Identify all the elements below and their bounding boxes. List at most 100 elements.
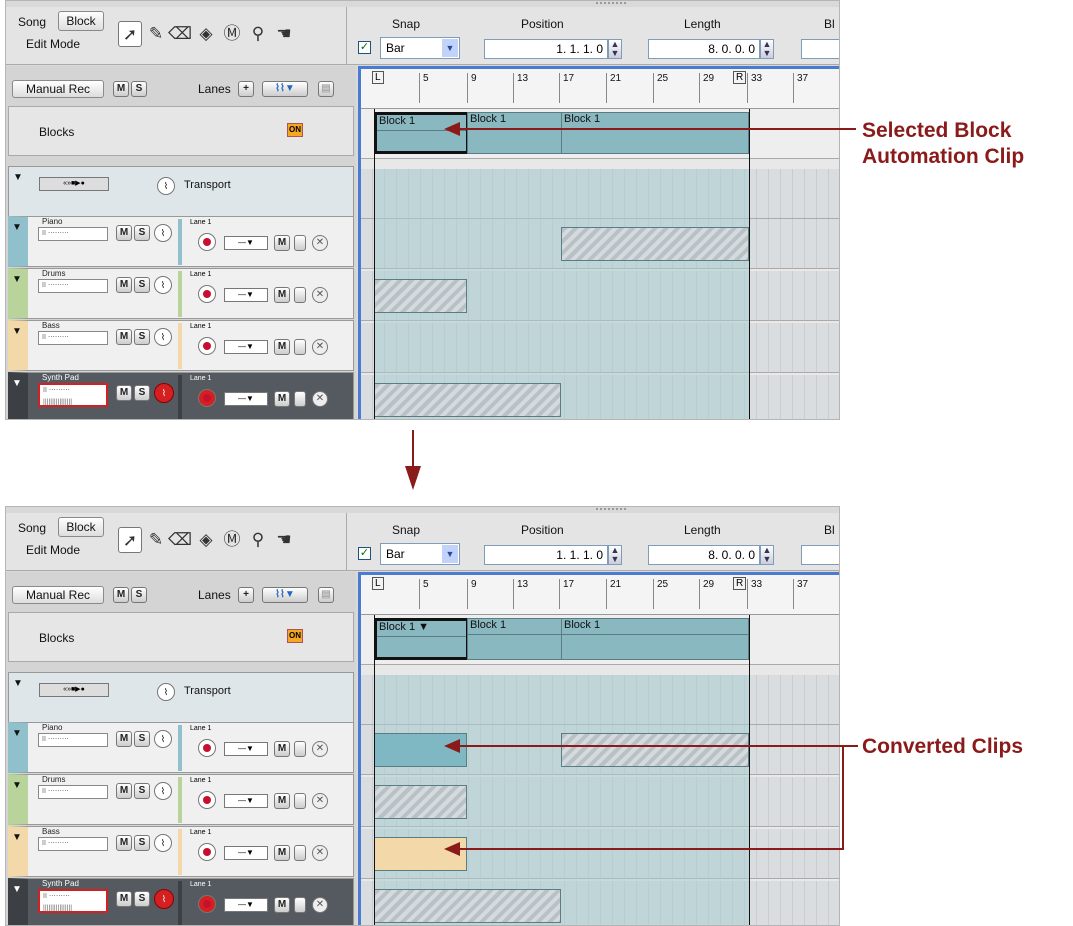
position-field[interactable]: 1. 1. 1. 0 (484, 545, 608, 565)
lane-mute-button[interactable]: M (274, 235, 290, 251)
close-icon[interactable]: ✕ (312, 897, 328, 913)
lane-dropdown[interactable]: —▼ (224, 288, 268, 302)
automation-icon[interactable]: ⌇ (157, 177, 175, 195)
instrument-display[interactable]: II ⋯⋯⋯ (38, 733, 108, 747)
solo-button[interactable]: S (134, 835, 150, 851)
snap-checkbox[interactable]: ✓ (358, 41, 371, 54)
solo-all-button[interactable]: S (131, 587, 147, 603)
collapse-icon[interactable]: ▼ (13, 172, 23, 183)
mute-all-button[interactable]: M (113, 587, 129, 603)
lane-level-button[interactable] (294, 287, 306, 303)
snap-select[interactable]: Bar ▼ (380, 37, 460, 59)
lane-level-button[interactable] (294, 793, 306, 809)
solo-button[interactable]: S (134, 385, 150, 401)
close-icon[interactable]: ✕ (312, 845, 328, 861)
lane-dropdown[interactable]: —▼ (224, 392, 268, 406)
lane-dropdown[interactable]: —▼ (224, 742, 268, 756)
blocks-on-button[interactable]: ON (287, 629, 303, 643)
instrument-display[interactable]: II ⋯⋯⋯ (38, 331, 108, 345)
razor-tool-icon[interactable]: ◈ (194, 21, 218, 47)
lane-dropdown[interactable]: —▼ (224, 898, 268, 912)
lane-level-button[interactable] (294, 339, 306, 355)
razor-tool-icon[interactable]: ◈ (194, 527, 218, 553)
mute-button[interactable]: M (116, 225, 132, 241)
close-icon[interactable]: ✕ (312, 235, 328, 251)
solo-all-button[interactable]: S (131, 81, 147, 97)
block-mode-button[interactable]: Block (58, 517, 104, 537)
mute-button[interactable]: M (116, 891, 132, 907)
lane-dropdown[interactable]: —▼ (224, 794, 268, 808)
lane-level-button[interactable] (294, 391, 306, 407)
muted-clip[interactable] (374, 383, 561, 417)
muted-clip[interactable] (374, 279, 467, 313)
block-clip[interactable]: Block 1 (561, 112, 749, 154)
mute-button[interactable]: M (116, 329, 132, 345)
add-lane-button[interactable]: + (238, 81, 254, 97)
close-icon[interactable]: ✕ (312, 741, 328, 757)
transport-controls[interactable]: «»■▶● (39, 683, 109, 697)
close-icon[interactable]: ✕ (312, 339, 328, 355)
solo-button[interactable]: S (134, 891, 150, 907)
automation-icon[interactable]: ⌇ (154, 834, 172, 852)
position-spinner[interactable]: ▲ ▼ (608, 39, 622, 59)
close-icon[interactable]: ✕ (312, 391, 328, 407)
automation-icon[interactable]: ⌇ (154, 276, 172, 294)
record-button[interactable] (198, 739, 216, 757)
length-spinner[interactable]: ▲ ▼ (760, 39, 774, 59)
lane-level-button[interactable] (294, 235, 306, 251)
solo-button[interactable]: S (134, 731, 150, 747)
arrangement-timeline[interactable]: L 5 9 13 17 21 25 29 R 33 37 Block 1 ▼ B… (358, 572, 839, 925)
automation-icon[interactable]: ⌇ (154, 328, 172, 346)
left-locator[interactable]: L (372, 71, 384, 84)
lane-level-button[interactable] (294, 845, 306, 861)
length-field[interactable]: 8. 0. 0. 0 (648, 545, 760, 565)
muted-clip[interactable] (374, 785, 467, 819)
pencil-tool-icon[interactable]: ✎ (144, 21, 168, 47)
magnify-tool-icon[interactable]: ⚲ (246, 527, 270, 553)
muted-clip[interactable] (561, 733, 749, 767)
snap-select[interactable]: Bar ▼ (380, 543, 460, 565)
right-locator[interactable]: R (733, 577, 747, 590)
muted-clip[interactable] (374, 889, 561, 923)
automation-lane-button[interactable]: ⌇⌇▼ (262, 81, 308, 97)
automation-icon[interactable]: ⌇ (154, 383, 174, 403)
close-icon[interactable]: ✕ (312, 793, 328, 809)
eraser-tool-icon[interactable]: ⌫ (168, 21, 192, 47)
lane-mute-button[interactable]: M (274, 741, 290, 757)
record-button[interactable] (198, 285, 216, 303)
record-button[interactable] (198, 843, 216, 861)
manual-rec-button[interactable]: Manual Rec (12, 586, 104, 604)
hand-tool-icon[interactable]: ☚ (272, 21, 296, 47)
pencil-tool-icon[interactable]: ✎ (144, 527, 168, 553)
collapse-icon[interactable]: ▼ (12, 274, 22, 285)
eraser-tool-icon[interactable]: ⌫ (168, 527, 192, 553)
collapse-icon[interactable]: ▼ (12, 832, 22, 843)
lane-mute-button[interactable]: M (274, 845, 290, 861)
lane-dropdown[interactable]: —▼ (224, 846, 268, 860)
resize-grip[interactable] (596, 508, 626, 512)
mute-button[interactable]: M (116, 783, 132, 799)
lane-settings-button[interactable]: ▤ (318, 81, 334, 97)
record-button[interactable] (198, 233, 216, 251)
collapse-icon[interactable]: ▼ (12, 326, 22, 337)
block-clip-selected[interactable]: Block 1 ▼ (374, 618, 469, 660)
snap-checkbox[interactable]: ✓ (358, 547, 371, 560)
block-mode-button[interactable]: Block (58, 11, 104, 31)
length-field[interactable]: 8. 0. 0. 0 (648, 39, 760, 59)
mute-button[interactable]: M (116, 731, 132, 747)
mute-button[interactable]: M (116, 277, 132, 293)
muted-clip[interactable] (561, 227, 749, 261)
position-field[interactable]: 1. 1. 1. 0 (484, 39, 608, 59)
collapse-icon[interactable]: ▼ (12, 378, 22, 389)
lane-dropdown[interactable]: —▼ (224, 236, 268, 250)
solo-button[interactable]: S (134, 277, 150, 293)
hand-tool-icon[interactable]: ☚ (272, 527, 296, 553)
automation-icon[interactable]: ⌇ (154, 889, 174, 909)
ruler[interactable]: L 5 9 13 17 21 25 29 R 33 37 (361, 575, 839, 615)
instrument-display[interactable]: II ⋯⋯⋯ (38, 837, 108, 851)
magnify-tool-icon[interactable]: ⚲ (246, 21, 270, 47)
manual-rec-button[interactable]: Manual Rec (12, 80, 104, 98)
lane-level-button[interactable] (294, 741, 306, 757)
mute-tool-icon[interactable]: Ⓜ (220, 527, 244, 553)
collapse-icon[interactable]: ▼ (13, 678, 23, 689)
